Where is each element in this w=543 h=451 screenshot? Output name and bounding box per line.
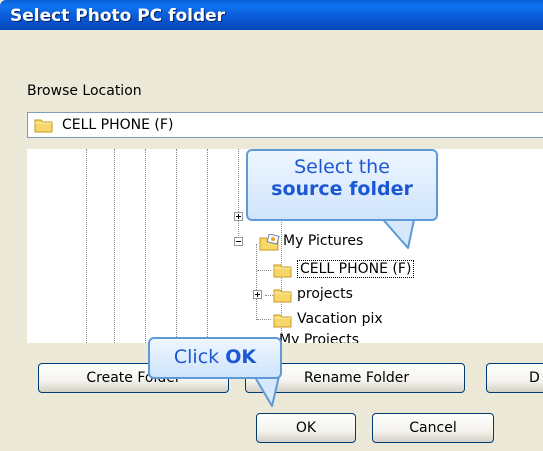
- folder-icon: [273, 287, 293, 307]
- window-title: Select Photo PC folder: [10, 6, 226, 26]
- tree-item-label: My Pictures: [283, 233, 364, 249]
- browse-location-label: Browse Location: [27, 83, 142, 99]
- partial-button[interactable]: D: [486, 363, 543, 393]
- tree-item-my-projects[interactable]: My Projects: [279, 332, 359, 343]
- select-photo-folder-dialog: Select Photo PC folder Browse Location C…: [0, 0, 543, 451]
- folder-icon: [34, 117, 54, 137]
- cancel-button[interactable]: Cancel: [372, 413, 494, 443]
- pictures-folder-icon: [259, 233, 281, 256]
- tree-item-label: CELL PHONE (F): [297, 260, 415, 278]
- callout-text: Click: [173, 346, 226, 368]
- callout-bold-text: OK: [225, 346, 257, 368]
- callout-select-source: Select the source folder: [246, 149, 438, 221]
- callout-line-2: source folder: [271, 178, 413, 200]
- folder-icon: [273, 262, 293, 282]
- folder-icon: [273, 312, 293, 332]
- tree-item-label: Vacation pix: [297, 311, 383, 327]
- ok-button[interactable]: OK: [256, 413, 356, 443]
- browse-location-combobox[interactable]: CELL PHONE (F): [27, 112, 543, 138]
- browse-location-value: CELL PHONE (F): [62, 117, 174, 133]
- collapse-toggle[interactable]: [234, 237, 243, 246]
- expand-toggle[interactable]: [234, 212, 243, 221]
- callout-click-ok: Click OK: [148, 337, 282, 379]
- callout-pointer: [377, 211, 417, 249]
- tree-item-label: projects: [297, 286, 353, 302]
- callout-line-1: Select the: [294, 156, 390, 178]
- title-bar[interactable]: Select Photo PC folder: [0, 0, 543, 30]
- expand-toggle[interactable]: [253, 290, 262, 299]
